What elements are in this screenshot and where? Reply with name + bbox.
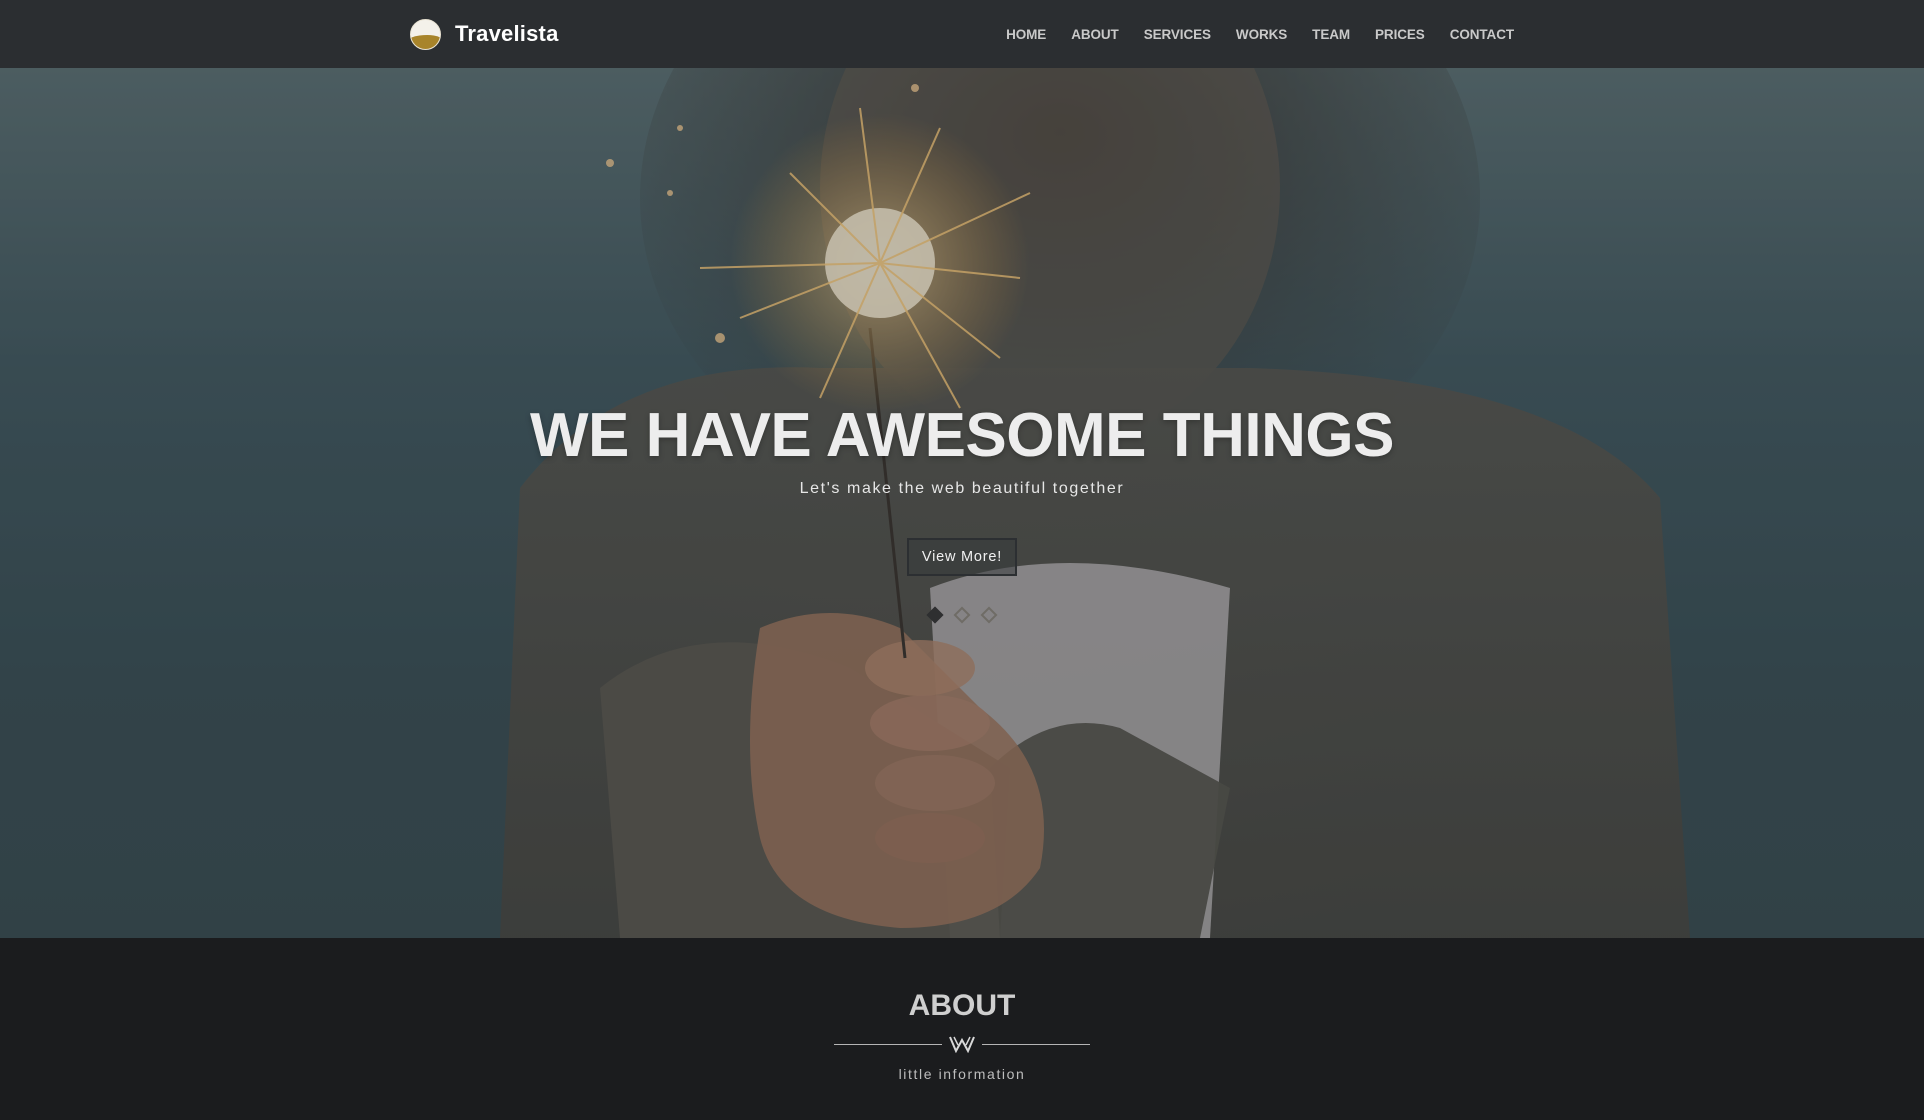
nav-item-about[interactable]: ABOUT [1071, 27, 1119, 42]
hero-title: WE HAVE AWESOME THINGS [530, 401, 1394, 470]
main-nav: HOME ABOUT SERVICES WORKS TEAM PRICES CO… [981, 0, 1514, 68]
brand[interactable]: Travelista [410, 18, 559, 50]
sun-wave-logo-icon [410, 18, 441, 50]
nav-item-works[interactable]: WORKS [1236, 27, 1287, 42]
divider-line-right [982, 1044, 1090, 1045]
slider-dot-1[interactable] [926, 606, 944, 624]
about-section: ABOUT little information [0, 938, 1924, 1120]
nav-item-team[interactable]: TEAM [1312, 27, 1350, 42]
view-more-button[interactable]: View More! [906, 538, 1018, 576]
w-ornament-icon [949, 1036, 975, 1053]
brand-name: Travelista [455, 21, 559, 46]
hero-slider: WE HAVE AWESOME THINGS Let's make the we… [0, 68, 1924, 938]
slider-pagination [0, 606, 1924, 624]
hero-content: WE HAVE AWESOME THINGS Let's make the we… [0, 398, 1924, 576]
slider-dot-2[interactable] [953, 606, 971, 624]
divider-line-left [834, 1044, 942, 1045]
hero-subtitle: Let's make the web beautiful together [799, 480, 1125, 497]
nav-item-home[interactable]: HOME [1006, 27, 1046, 42]
slider-dot-3[interactable] [980, 606, 998, 624]
nav-item-services[interactable]: SERVICES [1144, 27, 1211, 42]
nav-item-contact[interactable]: CONTACT [1450, 27, 1514, 42]
section-divider [834, 1034, 1090, 1054]
nav-item-prices[interactable]: PRICES [1375, 27, 1425, 42]
about-subtitle: little information [898, 1066, 1026, 1082]
about-title: ABOUT [908, 989, 1016, 1022]
navbar: Travelista HOME ABOUT SERVICES WORKS TEA… [0, 0, 1924, 68]
